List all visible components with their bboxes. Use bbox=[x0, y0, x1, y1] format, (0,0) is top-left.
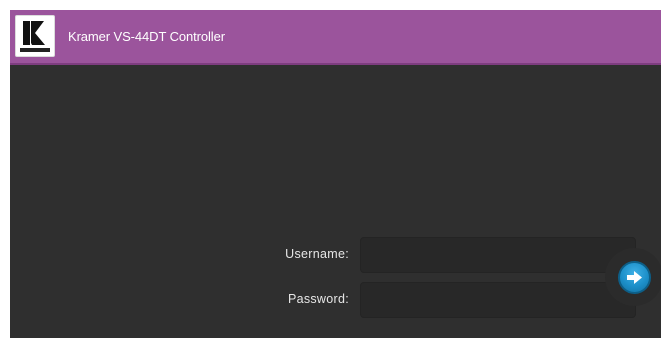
password-field[interactable] bbox=[360, 282, 636, 318]
username-label: Username: bbox=[285, 247, 349, 261]
kramer-logo-icon bbox=[15, 15, 55, 57]
arrow-right-icon bbox=[627, 271, 642, 284]
header-bar: Kramer VS-44DT Controller bbox=[10, 10, 661, 65]
login-submit-button[interactable] bbox=[618, 261, 651, 294]
password-label: Password: bbox=[287, 292, 349, 306]
username-field[interactable] bbox=[360, 237, 636, 273]
username-row: Username: bbox=[10, 237, 661, 273]
app-title: Kramer VS-44DT Controller bbox=[68, 29, 225, 44]
app-window: Kramer VS-44DT Controller Username: Pass… bbox=[10, 10, 661, 338]
password-row: Password: bbox=[10, 282, 661, 318]
